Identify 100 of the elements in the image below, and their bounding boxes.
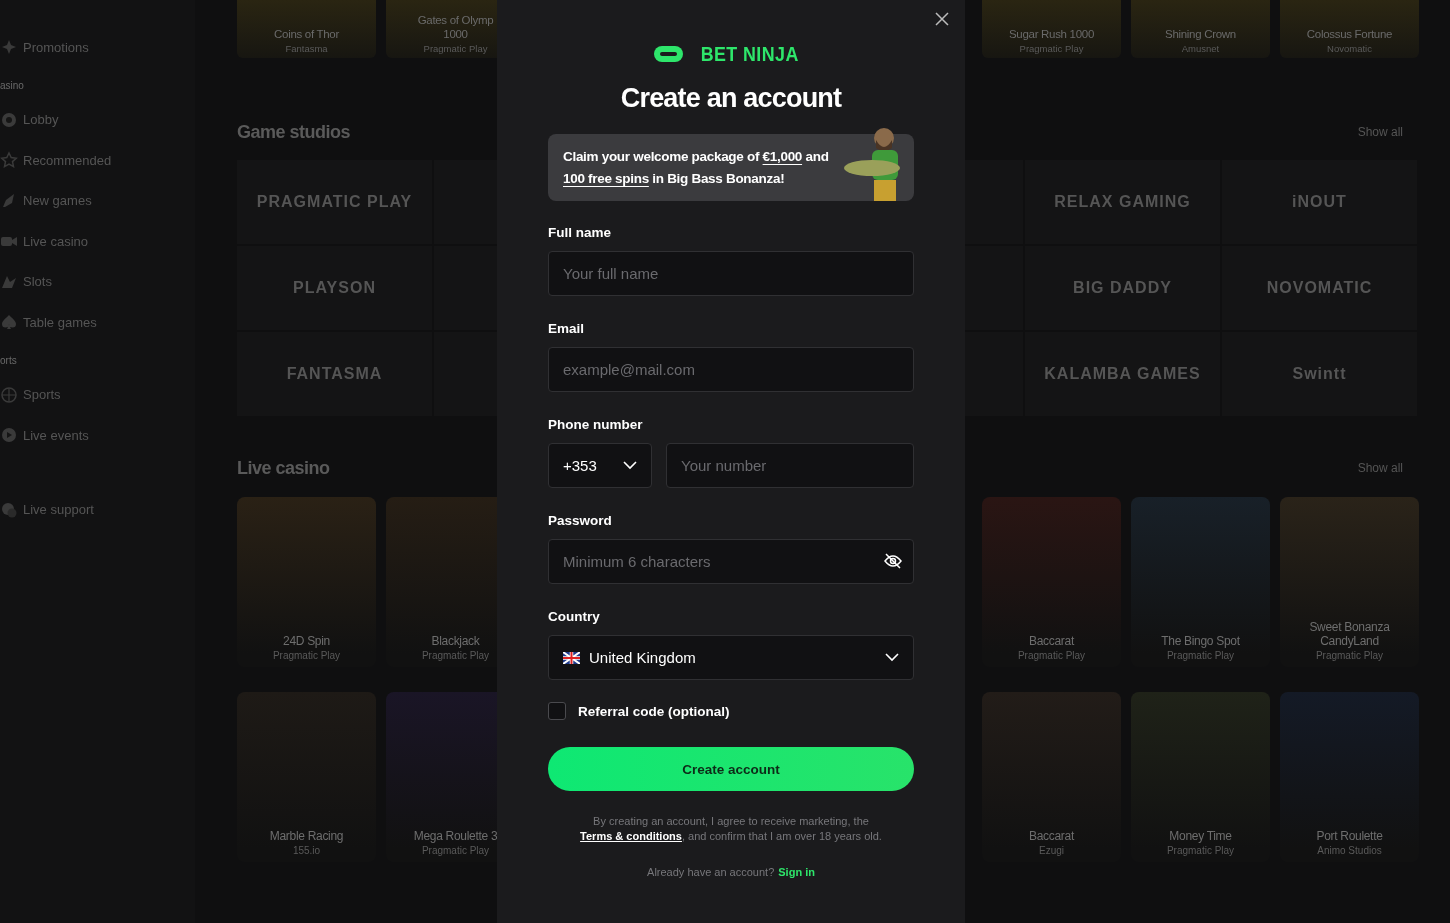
eye-slash-icon[interactable] <box>884 553 902 569</box>
terms-link[interactable]: Terms & conditions <box>580 830 682 842</box>
chevron-down-icon <box>623 461 637 470</box>
studio-logo: iNOUT <box>1292 193 1347 211</box>
chat-icon <box>0 500 18 519</box>
game-provider: Pragmatic Play <box>1315 650 1384 661</box>
game-title: Sugar Rush 1000 <box>1009 27 1094 41</box>
game-title: 24D Spin <box>283 634 330 648</box>
promo-link[interactable]: 100 free spins <box>563 171 649 186</box>
game-title: Shining Crown <box>1165 27 1236 41</box>
game-provider: Animo Studios <box>1317 845 1382 856</box>
game-tile[interactable]: Sugar Rush 1000 Pragmatic Play <box>982 0 1121 58</box>
input-field[interactable]: example@mail.com <box>548 347 914 392</box>
game-title: Blackjack <box>431 634 480 648</box>
studio-logo: FANTASMA <box>286 365 383 383</box>
game-title: Port Roulette <box>1316 829 1383 843</box>
game-title: Money Time <box>1169 829 1232 843</box>
sidebar-item[interactable]: Promotions <box>23 39 89 55</box>
show-all-link[interactable]: Show all <box>1357 125 1403 139</box>
input-field[interactable]: Your number <box>666 443 914 488</box>
game-provider: Pragmatic Play <box>1166 650 1235 661</box>
studio-card[interactable]: BIG DADDY <box>1025 246 1220 330</box>
country-code-select[interactable]: +353 <box>548 443 652 488</box>
game-provider: Pragmatic Play <box>421 845 490 856</box>
game-title: Baccarat <box>1029 634 1074 648</box>
game-provider: Fantasma <box>285 43 328 54</box>
terms-text: By creating an account, I agree to receive marketing, the Terms & conditions, and confirm that I am over 18 years old. <box>579 814 883 844</box>
studio-logo: RELAX GAMING <box>1054 193 1191 211</box>
ball-icon <box>0 385 18 404</box>
sign-in-link[interactable]: Sign in <box>778 866 815 878</box>
game-provider: Pragmatic Play <box>272 650 341 661</box>
country-select[interactable]: United Kingdom <box>548 635 914 680</box>
game-tile[interactable]: Colossus Fortune Novomatic <box>1280 0 1419 58</box>
game-provider: 155.io <box>292 845 321 856</box>
promo-text: Claim your welcome package of €1,000 and 100 free spins in Big Bass Bonanza! <box>563 148 830 188</box>
sidebar-item[interactable]: Slots <box>23 274 52 290</box>
sidebar-item[interactable]: Sports <box>23 387 61 403</box>
show-all-link[interactable]: Show all <box>1357 461 1403 475</box>
studio-logo: Swintt <box>1292 365 1347 383</box>
studio-logo: PRAGMATIC PLAY <box>256 193 413 211</box>
chevron-down-icon <box>885 653 899 662</box>
game-provider: Ezugi <box>1039 845 1064 856</box>
game-title: Colossus Fortune <box>1306 27 1393 41</box>
password-field[interactable]: Minimum 6 characters <box>548 539 914 584</box>
game-title: Marble Racing <box>269 829 344 843</box>
game-title: Baccarat <box>1029 829 1074 843</box>
game-tile[interactable]: Shining Crown Amusnet <box>1131 0 1270 58</box>
section-title: Game studios <box>237 121 351 143</box>
game-provider: Amusnet <box>1181 43 1220 54</box>
section-title: Live casino <box>237 457 330 479</box>
field-label: Full name <box>548 225 612 242</box>
input-field[interactable]: Your full name <box>548 251 914 296</box>
sidebar-item[interactable]: Recommended <box>23 152 112 168</box>
checkbox-label: Referral code (optional) <box>578 703 730 719</box>
mask-icon <box>654 46 684 62</box>
studio-logo: BIG DADDY <box>1073 279 1172 297</box>
studio-card[interactable]: KALAMBA GAMES <box>1025 332 1220 416</box>
promo-link[interactable]: €1,000 <box>762 149 803 164</box>
game-provider: Pragmatic Play <box>1166 845 1235 856</box>
game-title: Gates of Olymp 1000 <box>417 13 494 41</box>
game-title: Mega Roulette 3 <box>413 829 498 843</box>
studio-card[interactable]: Swintt <box>1222 332 1417 416</box>
sidebar-item[interactable]: Live support <box>23 502 94 518</box>
sidebar-item[interactable]: Lobby <box>23 112 59 128</box>
game-title: Coins of Thor <box>274 27 339 41</box>
sidebar-item[interactable]: Live events <box>23 427 89 443</box>
close-icon[interactable] <box>935 12 949 26</box>
brand-logo: BET NINJA <box>700 42 799 66</box>
sidebar-item[interactable]: Live casino <box>23 233 89 249</box>
dialog-title: Create an account <box>619 83 843 114</box>
flag-icon <box>563 651 580 664</box>
studio-logo: NOVOMATIC <box>1266 279 1373 297</box>
game-title: The Bingo Spot <box>1161 634 1240 648</box>
star-icon <box>0 151 18 170</box>
studio-card[interactable]: iNOUT <box>1222 160 1417 244</box>
game-provider: Pragmatic Play <box>423 43 488 54</box>
field-label: Phone number <box>548 417 644 434</box>
studio-logo: KALAMBA GAMES <box>1044 365 1201 383</box>
sidebar-section-label: asino <box>0 78 25 93</box>
studio-card[interactable]: RELAX GAMING <box>1025 160 1220 244</box>
game-provider: Novomatic <box>1327 43 1372 54</box>
studio-logo: PLAYSON <box>293 279 376 297</box>
sidebar-section-label: orts <box>0 353 18 368</box>
create-account-button[interactable]: Create account <box>548 747 914 791</box>
game-provider: Pragmatic Play <box>1019 43 1084 54</box>
referral-checkbox[interactable] <box>548 702 566 720</box>
field-label: Email <box>548 321 586 338</box>
game-provider: Pragmatic Play <box>1017 650 1086 661</box>
studio-card[interactable]: NOVOMATIC <box>1222 246 1417 330</box>
spade-icon <box>0 313 18 332</box>
signin-prompt: Already have an account? <box>647 866 775 878</box>
studio-card[interactable]: PLAYSON <box>237 246 432 330</box>
studio-card[interactable]: PRAGMATIC PLAY <box>237 160 432 244</box>
field-label: Country <box>548 609 601 626</box>
game-title: Sweet Bonanza CandyLand <box>1308 620 1391 648</box>
studio-card[interactable]: FANTASMA <box>237 332 432 416</box>
game-tile[interactable]: Coins of Thor Fantasma <box>237 0 376 58</box>
game-provider: Pragmatic Play <box>421 650 490 661</box>
sidebar-item[interactable]: Table games <box>23 314 97 330</box>
sidebar-item[interactable]: New games <box>23 193 92 209</box>
